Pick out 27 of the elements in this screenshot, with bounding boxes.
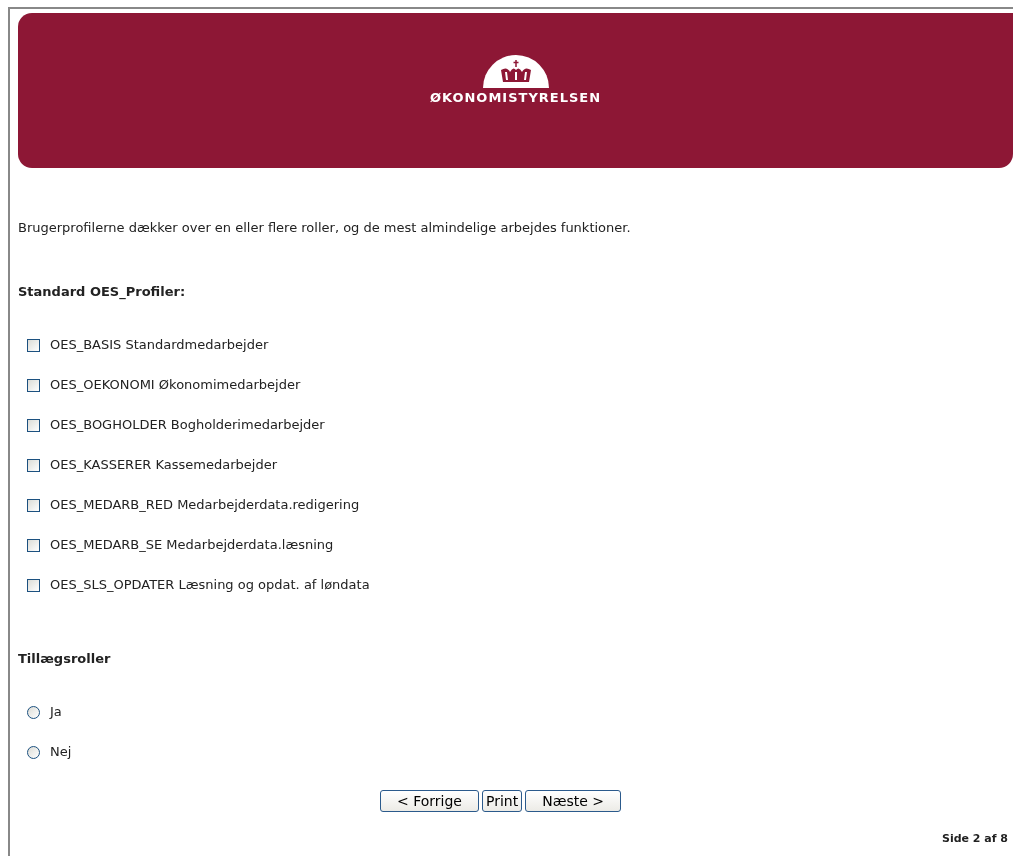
radio-button[interactable] [27,705,40,719]
crown-logo-icon [482,54,549,88]
page-indicator: Side 2 af 8 [941,832,1008,845]
checkbox-label: OES_MEDARB_SE Medarbejderdata.læsning [50,537,334,553]
intro-text: Brugerprofilerne dækker over en eller flere roller, og de mest almindelige arbejdes funktioner. [18,220,632,236]
checkbox[interactable] [27,538,40,552]
radio-label: Nej [50,744,72,760]
checkbox-label: OES_KASSERER Kassemedarbejder [50,457,277,473]
nav-button[interactable]: Næste > [525,790,621,812]
checkbox[interactable] [27,338,40,352]
checkbox-label: OES_BASIS Standardmedarbejder [50,337,269,353]
nav-button[interactable]: < Forrige [380,790,479,812]
checkbox-label: OES_BOGHOLDER Bogholderimedarbejder [50,417,325,433]
logo-text: ØKONOMISTYRELSEN [429,90,602,105]
section-heading: Standard OES_Profiler: [18,284,187,300]
checkbox[interactable] [27,458,40,472]
checkbox[interactable] [27,378,40,392]
checkbox[interactable] [27,578,40,592]
nav-button[interactable]: Print [481,790,523,812]
radio-button[interactable] [27,745,40,759]
radio-label: Ja [50,704,62,720]
checkbox[interactable] [27,498,40,512]
checkbox-label: OES_OEKONOMI Økonomimedarbejder [50,377,301,393]
section-heading: Tillægsroller [18,651,112,667]
checkbox-label: OES_SLS_OPDATER Læsning og opdat. af løndata [50,577,370,593]
checkbox[interactable] [27,418,40,432]
checkbox-label: OES_MEDARB_RED Medarbejderdata.redigering [50,497,360,513]
